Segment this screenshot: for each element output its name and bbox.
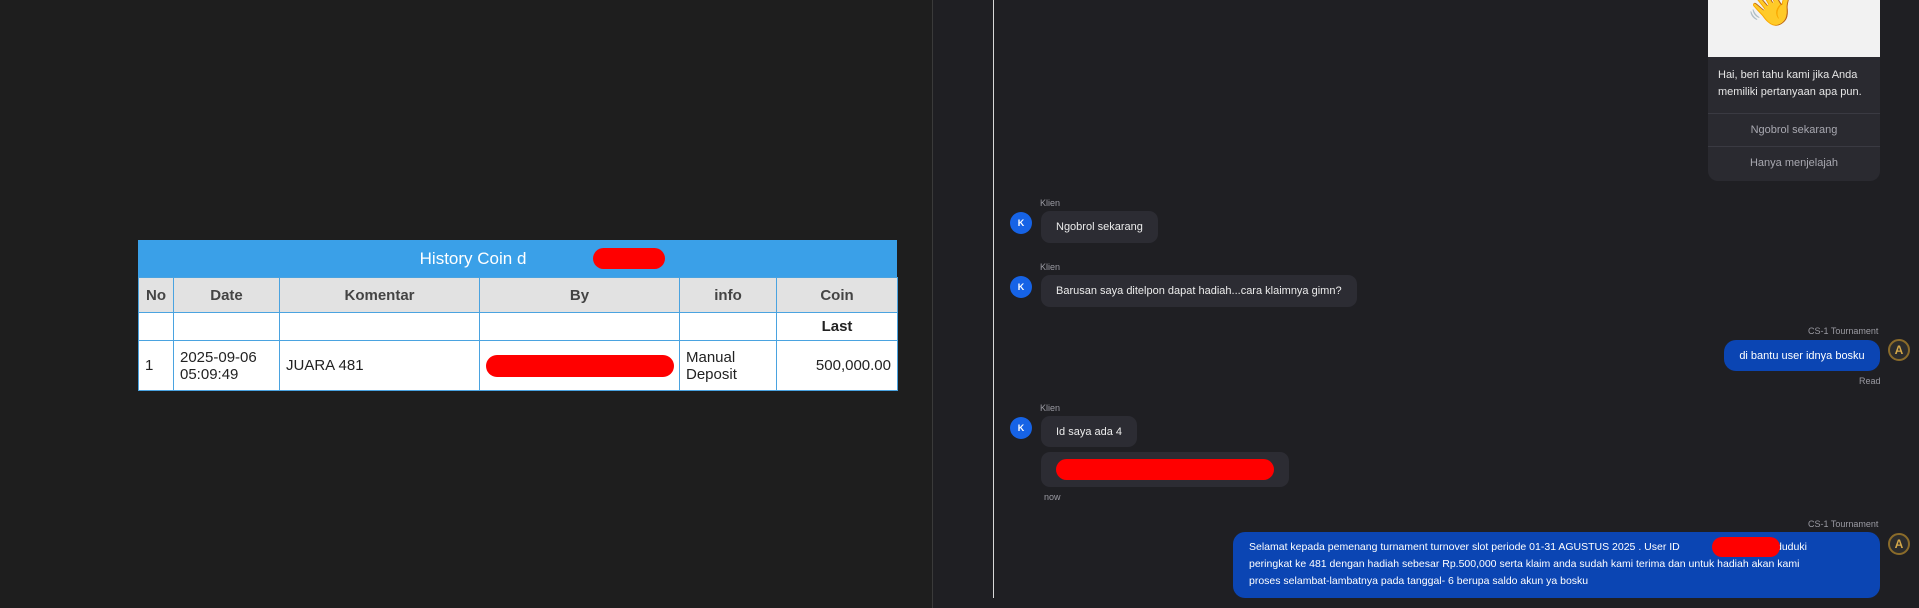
- message-bubble: Id saya ada 4: [1041, 416, 1138, 447]
- client-avatar: K: [1010, 417, 1032, 439]
- sub-empty: [138, 312, 174, 341]
- title-redaction-spacer: [526, 249, 596, 269]
- message-text: Selamat kepada pemenang turnament turnov…: [1249, 541, 1683, 553]
- cell-date: 2025-09-06 05:09:49: [173, 340, 280, 391]
- history-title: History Coin d 56: [138, 240, 897, 277]
- message-line: peringkat ke 481 dengan hadiah sebesar R…: [1249, 558, 1800, 570]
- welcome-image: 👋: [1708, 0, 1880, 57]
- sub-empty: [173, 312, 280, 341]
- message-bubble: di bantu user idnya bosku: [1724, 340, 1880, 371]
- cell-info-line1: Manual: [686, 348, 736, 366]
- sub-empty: [279, 312, 480, 341]
- col-no[interactable]: No: [138, 277, 174, 313]
- agent-avatar-icon: A: [1888, 533, 1910, 555]
- message-bubble: Selamat kepada pemenang turnament turnov…: [1233, 532, 1880, 598]
- chat-now-button[interactable]: Ngobrol sekarang: [1708, 114, 1880, 146]
- cell-coin: 500,000.00: [776, 340, 898, 391]
- message-sender: CS-1 Tournament: [1808, 326, 1879, 336]
- left-pane: History Coin d 56 No Date Komentar By in…: [0, 0, 932, 608]
- just-browse-button[interactable]: Hanya menjelajah: [1708, 147, 1880, 179]
- message-redaction: [1056, 459, 1274, 480]
- cell-by: [479, 340, 680, 391]
- welcome-card: 👋 Hai, beri tahu kami jika Anda memiliki…: [1708, 0, 1880, 181]
- chat-rule: [993, 0, 994, 598]
- title-redaction: [593, 248, 665, 269]
- client-avatar: K: [1010, 212, 1032, 234]
- history-table: No Date Komentar By info Coin Last 1 202…: [138, 277, 898, 391]
- message-sender: CS-1 Tournament: [1808, 519, 1879, 529]
- sub-empty: [679, 312, 777, 341]
- cell-info: Manual Deposit: [679, 340, 777, 391]
- agent-avatar-icon: A: [1888, 339, 1910, 361]
- history-title-prefix: History Coin d: [419, 248, 527, 268]
- wave-icon: 👋: [1746, 0, 1796, 28]
- message-sender: Klien: [1040, 262, 1061, 272]
- read-status: Read: [1859, 376, 1881, 386]
- sub-empty: [479, 312, 680, 341]
- message-bubble: Ngobrol sekarang: [1041, 211, 1158, 243]
- cell-komentar: JUARA 481: [279, 340, 480, 391]
- col-coin[interactable]: Coin: [776, 277, 898, 313]
- message-bubble: Barusan saya ditelpon dapat hadiah...car…: [1041, 275, 1357, 307]
- message-sender: Klien: [1040, 403, 1061, 413]
- history-coin-table: History Coin d 56 No Date Komentar By in…: [138, 240, 898, 391]
- welcome-text: Hai, beri tahu kami jika Anda memiliki p…: [1718, 69, 1862, 98]
- subheader-last: Last: [776, 312, 898, 341]
- cell-info-line2: Deposit: [686, 365, 737, 383]
- client-avatar: K: [1010, 276, 1032, 298]
- table-row: 1 2025-09-06 05:09:49 JUARA 481 Manual D…: [138, 340, 898, 391]
- message-sender: Klien: [1040, 198, 1061, 208]
- by-redaction: [486, 355, 674, 377]
- col-by[interactable]: By: [479, 277, 680, 313]
- message-time: now: [1044, 492, 1061, 502]
- subheader-row: Last: [138, 312, 898, 341]
- col-date[interactable]: Date: [173, 277, 280, 313]
- col-info[interactable]: info: [679, 277, 777, 313]
- message-bubble-redacted: [1041, 452, 1289, 487]
- cell-date-line2: 05:09:49: [180, 365, 239, 383]
- cell-no: 1: [138, 340, 174, 391]
- header-row: No Date Komentar By info Coin: [138, 277, 898, 313]
- user-id-redaction: [1712, 537, 1780, 557]
- col-komentar[interactable]: Komentar: [279, 277, 480, 313]
- message-line: proses selambat-lambatnya pada tanggal- …: [1249, 575, 1589, 587]
- message-line: Selamat kepada pemenang turnament turnov…: [1249, 537, 1864, 557]
- cell-date-line1: 2025-09-06: [180, 348, 257, 366]
- screen: History Coin d 56 No Date Komentar By in…: [0, 0, 1919, 608]
